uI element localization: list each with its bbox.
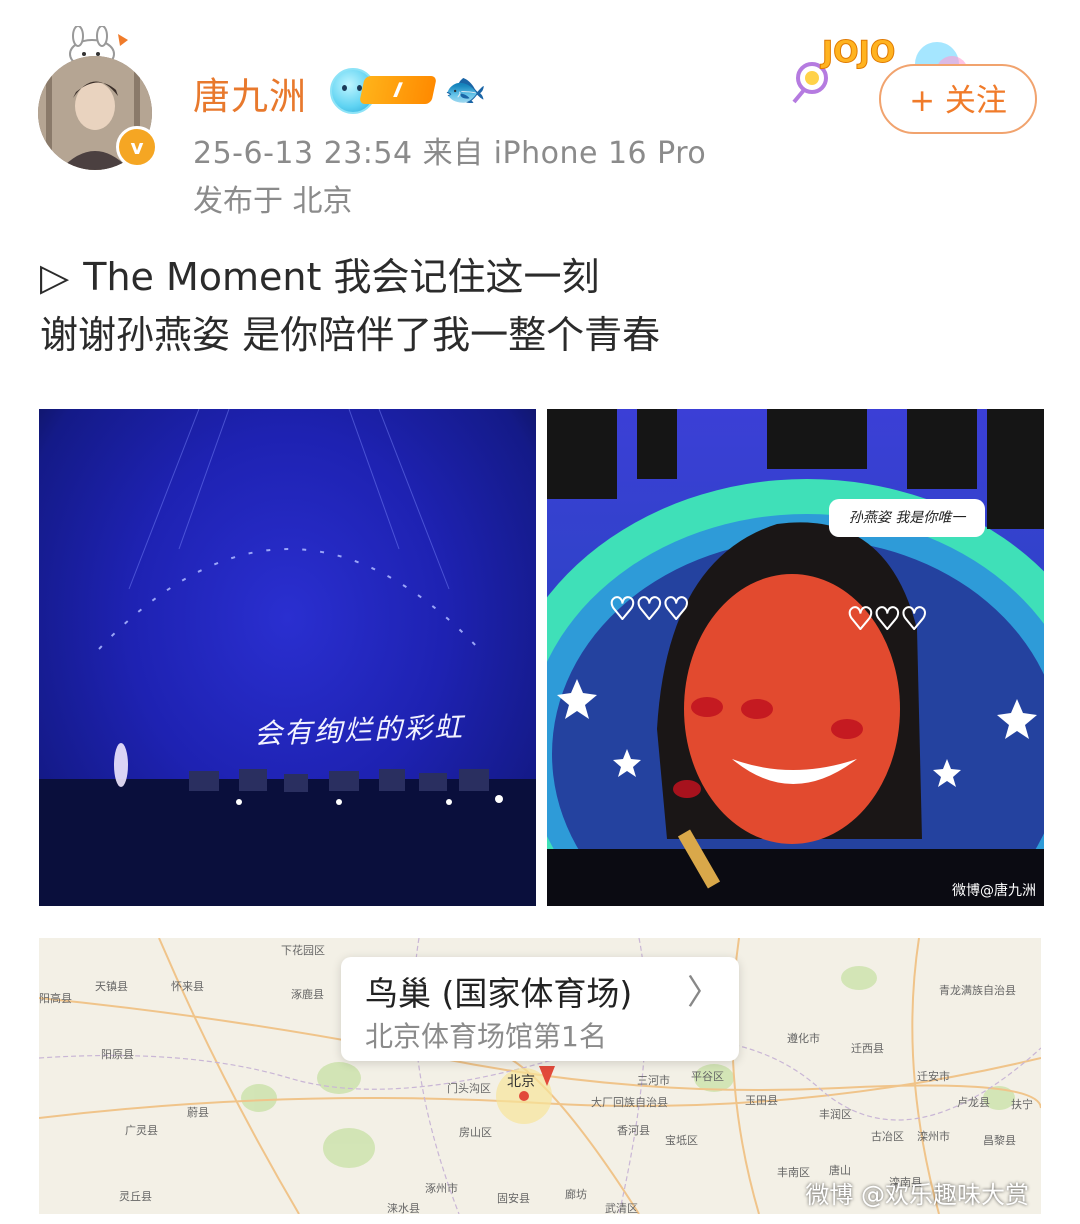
map-label: 扶宁 — [1011, 1098, 1033, 1111]
post-line-1-text: The Moment 我会记住这一刻 — [83, 255, 600, 299]
map-label: 大厂回族自治县 — [591, 1096, 668, 1109]
map-label: 房山区 — [459, 1126, 492, 1139]
map-label: 丰润区 — [819, 1108, 852, 1121]
map-label: 涿鹿县 — [291, 988, 324, 1001]
image-watermark: 微博@唐九洲 — [952, 883, 1036, 899]
map-label: 怀来县 — [171, 980, 204, 993]
svg-text:♥♥♥: ♥♥♥ — [609, 592, 690, 627]
map-label: 廊坊 — [565, 1188, 587, 1201]
map-label: 天镇县 — [95, 980, 128, 993]
post-location: 发布于 北京 — [193, 184, 353, 219]
map-label: 香河县 — [617, 1124, 650, 1137]
map-label: 门头沟区 — [447, 1082, 491, 1095]
map-label: 阳原县 — [101, 1048, 134, 1061]
map-label: 三河市 — [637, 1074, 670, 1087]
speech-bubble: 孙燕姿 我是你唯一 — [829, 499, 985, 537]
location-name: 鸟巢 (国家体育场) — [365, 974, 633, 1013]
map-label: 玉田县 — [745, 1094, 778, 1107]
location-card[interactable]: 鸟巢 (国家体育场) 〉 北京体育场馆第1名 — [341, 957, 739, 1061]
map-label: 昌黎县 — [983, 1134, 1016, 1147]
map-label: 滦州市 — [917, 1130, 950, 1143]
map-label: 阳高县 — [39, 992, 72, 1005]
post-image-2[interactable]: ♥♥♥ ♥♥♥ 孙燕姿 我是你唯一 微博@唐九洲 — [547, 409, 1044, 906]
post-line-1: ▷ The Moment 我会记住这一刻 — [40, 248, 660, 306]
post-image-1[interactable]: 会有绚烂的彩虹 — [39, 409, 536, 906]
map-label: 迁安市 — [917, 1070, 950, 1083]
svg-text:JOJO: JOJO — [820, 35, 895, 70]
location-subtitle: 北京体育场馆第1名 — [365, 1020, 607, 1053]
post-line-2: 谢谢孙燕姿 是你陪伴了我一整个青春 — [40, 313, 661, 357]
map-label: 广灵县 — [125, 1124, 158, 1137]
map-label: 涞水县 — [387, 1202, 420, 1214]
map-label: 青龙满族自治县 — [939, 984, 1016, 997]
map-label: 古冶区 — [871, 1130, 904, 1143]
map-label: 蔚县 — [187, 1106, 209, 1119]
map-label: 下花园区 — [281, 944, 325, 957]
map-label: 涿州市 — [425, 1182, 458, 1195]
svg-text:♥♥♥: ♥♥♥ — [847, 602, 928, 637]
map-label: 武清区 — [605, 1202, 638, 1214]
map-label: 卢龙县 — [957, 1096, 990, 1109]
map-label: 迁西县 — [851, 1042, 884, 1055]
map-label: 灵丘县 — [119, 1190, 152, 1203]
map-label: 平谷区 — [691, 1070, 724, 1083]
verified-badge-icon: v — [116, 126, 158, 168]
chevron-right-icon[interactable]: 〉 — [687, 965, 721, 1014]
avatar[interactable]: v — [38, 56, 158, 174]
map-city-label: 北京 — [507, 1074, 535, 1090]
level-badge[interactable]: I — [359, 76, 437, 104]
follow-button[interactable]: + 关注 — [879, 64, 1037, 134]
map-label: 固安县 — [497, 1192, 530, 1205]
map-label: 宝坻区 — [665, 1134, 698, 1147]
post-timestamp-device: 25-6-13 23:54 来自 iPhone 16 Pro — [193, 136, 707, 171]
post-body: ▷ The Moment 我会记住这一刻 谢谢孙燕姿 是你陪伴了我一整个青春 — [40, 248, 660, 364]
fish-badge-icon[interactable]: 🐟 — [444, 70, 486, 110]
username[interactable]: 唐九洲 — [193, 66, 307, 120]
handwritten-caption: 会有绚烂的彩虹 — [253, 710, 465, 751]
footer-watermark: 微博 @欢乐趣味大赏 — [805, 1181, 1029, 1209]
map-label: 遵化市 — [787, 1032, 820, 1045]
play-icon[interactable]: ▷ — [40, 248, 69, 306]
